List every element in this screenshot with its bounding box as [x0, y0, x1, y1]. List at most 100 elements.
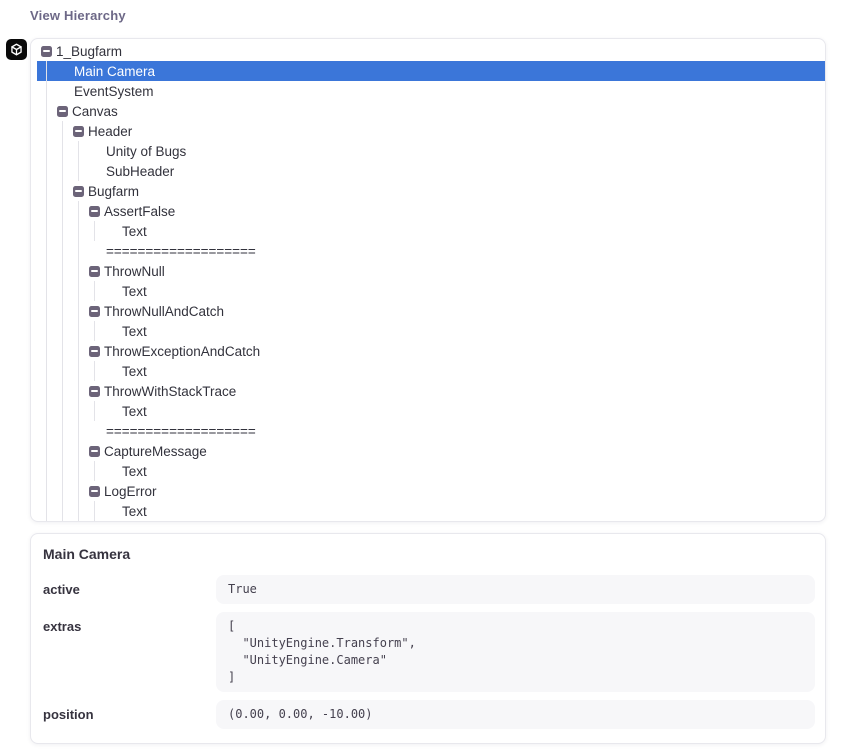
tree-node-label: Text: [122, 324, 147, 339]
indent-guide: [41, 401, 57, 421]
indent-guide: [73, 441, 89, 461]
indent-guide: [57, 161, 73, 181]
indent-guide: [57, 141, 73, 161]
indent-guide: [57, 281, 73, 301]
tree-node-row[interactable]: ThrowWithStackTrace: [37, 381, 825, 401]
collapse-icon[interactable]: [41, 46, 52, 57]
property-value: [ "UnityEngine.Transform", "UnityEngine.…: [216, 612, 815, 692]
tree-node-row[interactable]: Canvas: [37, 101, 825, 121]
tree-node-row[interactable]: Text: [37, 501, 825, 521]
indent-guide: [41, 261, 57, 281]
indent-guide: [57, 501, 73, 521]
tree-node-row[interactable]: Text: [37, 401, 825, 421]
indent-guide: [57, 421, 73, 441]
indent-guide: [41, 341, 57, 361]
tree-node-row[interactable]: Text: [37, 221, 825, 241]
indent-guide: [41, 501, 57, 521]
tree-node-row[interactable]: EventSystem: [37, 81, 825, 101]
tree-node-row[interactable]: Bugfarm: [37, 181, 825, 201]
tree-node-label: ===================: [106, 244, 256, 259]
indent-guide: [41, 301, 57, 321]
tree-node-label: Text: [122, 284, 147, 299]
tree-node-row[interactable]: Text: [37, 361, 825, 381]
tree-node-row[interactable]: 1_Bugfarm: [37, 41, 825, 61]
tree-node-row[interactable]: LogError: [37, 481, 825, 501]
indent-guide: [41, 161, 57, 181]
property-key: extras: [41, 612, 216, 634]
tree-node-label: Text: [122, 464, 147, 479]
details-title: Main Camera: [41, 546, 815, 562]
tree-node-label: 1_Bugfarm: [56, 44, 122, 59]
tree-node-label: Text: [122, 224, 147, 239]
indent-guide: [57, 401, 73, 421]
tree-node-label: Unity of Bugs: [106, 144, 186, 159]
collapse-icon[interactable]: [89, 486, 100, 497]
details-panel: Main Camera active True extras [ "UnityE…: [30, 533, 826, 744]
page-title: View Hierarchy: [30, 8, 826, 23]
collapse-icon[interactable]: [73, 186, 84, 197]
tree-node-row[interactable]: Text: [37, 281, 825, 301]
hierarchy-tree-panel: 1_Bugfarm Main Camera EventSystem Canvas…: [30, 38, 826, 522]
collapse-icon[interactable]: [89, 306, 100, 317]
indent-guide: [41, 201, 57, 221]
indent-guide: [57, 441, 73, 461]
tree-node-row[interactable]: Main Camera: [37, 61, 825, 81]
indent-guide: [89, 221, 105, 241]
indent-guide: [89, 501, 105, 521]
tree-node-row[interactable]: Text: [37, 461, 825, 481]
unity-logo-icon: [6, 39, 27, 60]
tree-node-row[interactable]: ThrowNullAndCatch: [37, 301, 825, 321]
indent-guide: [57, 461, 73, 481]
collapse-icon[interactable]: [73, 126, 84, 137]
tree-node-label: Canvas: [72, 104, 118, 119]
indent-guide: [57, 261, 73, 281]
tree-node-row[interactable]: Unity of Bugs: [37, 141, 825, 161]
indent-guide: [41, 281, 57, 301]
tree-node-row[interactable]: ===================: [37, 241, 825, 261]
tree-node-row[interactable]: ===================: [37, 421, 825, 441]
tree-node-label: LogError: [104, 484, 157, 499]
tree-node-label: ===================: [106, 424, 256, 439]
tree-node-row[interactable]: Text: [37, 321, 825, 341]
indent-guide: [41, 101, 57, 121]
tree-node-label: CaptureMessage: [104, 444, 207, 459]
tree-node-row[interactable]: CaptureMessage: [37, 441, 825, 461]
indent-guide: [73, 301, 89, 321]
tree-node-label: Text: [122, 364, 147, 379]
property-row: position (0.00, 0.00, -10.00): [41, 700, 815, 729]
property-row: extras [ "UnityEngine.Transform", "Unity…: [41, 612, 815, 692]
indent-guide: [73, 401, 89, 421]
tree-node-label: SubHeader: [106, 164, 174, 179]
collapse-icon[interactable]: [89, 266, 100, 277]
indent-guide: [41, 441, 57, 461]
tree-node-row[interactable]: ThrowExceptionAndCatch: [37, 341, 825, 361]
tree-node-label: EventSystem: [74, 84, 154, 99]
indent-guide: [57, 381, 73, 401]
collapse-icon[interactable]: [89, 206, 100, 217]
indent-guide: [73, 281, 89, 301]
indent-guide: [73, 141, 89, 161]
tree-node-label: ThrowNull: [104, 264, 165, 279]
collapse-icon[interactable]: [89, 386, 100, 397]
tree-node-label: ThrowWithStackTrace: [104, 384, 236, 399]
tree-node-label: Bugfarm: [88, 184, 139, 199]
collapse-icon[interactable]: [89, 346, 100, 357]
indent-guide: [73, 261, 89, 281]
tree-node-label: ThrowExceptionAndCatch: [104, 344, 260, 359]
tree-node-row[interactable]: ThrowNull: [37, 261, 825, 281]
indent-guide: [57, 301, 73, 321]
indent-guide: [57, 221, 73, 241]
indent-guide: [89, 281, 105, 301]
indent-guide: [73, 161, 89, 181]
collapse-icon[interactable]: [89, 446, 100, 457]
collapse-icon[interactable]: [57, 106, 68, 117]
indent-guide: [41, 121, 57, 141]
tree-node-row[interactable]: SubHeader: [37, 161, 825, 181]
indent-guide: [73, 421, 89, 441]
tree-node-row[interactable]: AssertFalse: [37, 201, 825, 221]
tree-node-row[interactable]: Header: [37, 121, 825, 141]
indent-guide: [41, 181, 57, 201]
indent-guide: [41, 241, 57, 261]
indent-guide: [57, 481, 73, 501]
indent-guide: [57, 201, 73, 221]
